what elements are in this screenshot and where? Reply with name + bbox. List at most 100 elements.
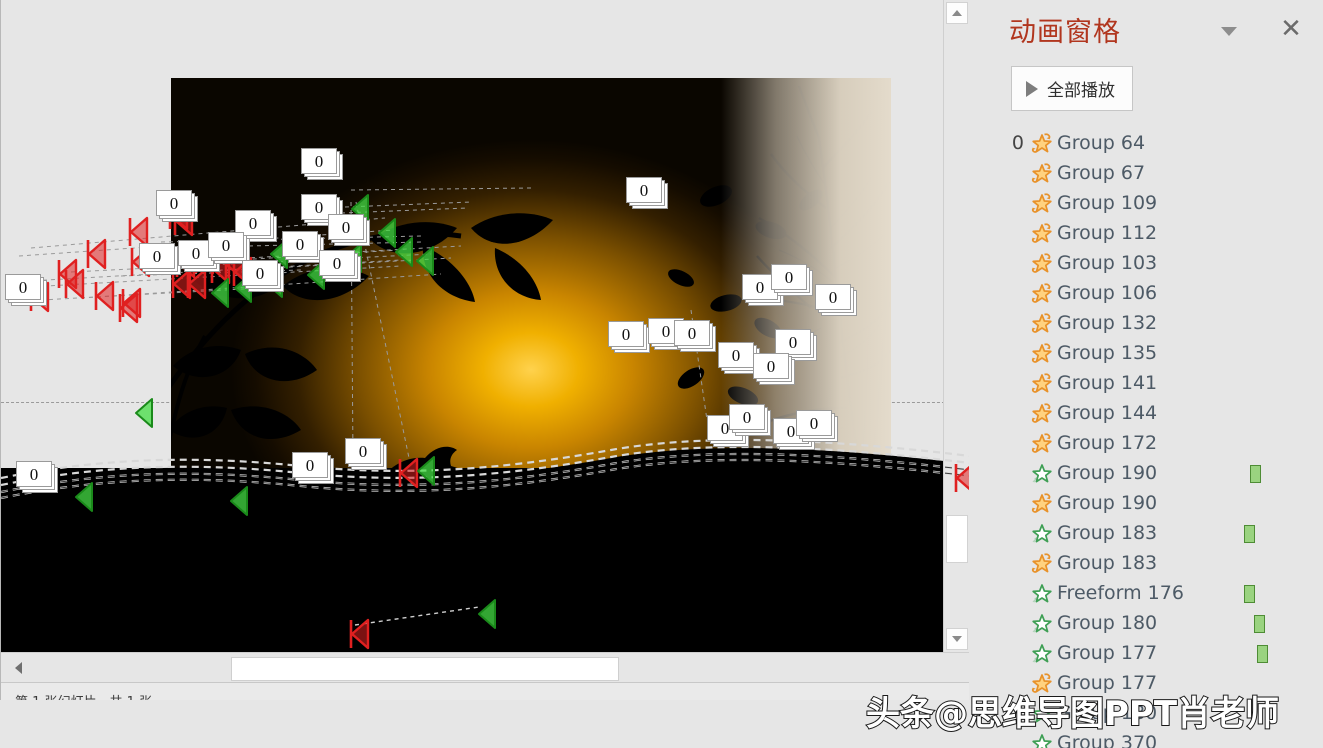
animation-list-item[interactable]: Group 370 [997, 728, 1275, 748]
animation-list-item[interactable]: Freeform 176 [997, 578, 1275, 608]
animation-list-item[interactable]: Group 180 [997, 608, 1275, 638]
animation-order-badge[interactable]: 0 [328, 214, 364, 240]
emphasis-star-icon [1027, 340, 1057, 366]
animation-list-item[interactable]: Group 190 [997, 458, 1275, 488]
animation-timeline-bar[interactable] [1250, 465, 1261, 483]
play-all-button[interactable]: 全部播放 [1011, 66, 1133, 111]
animation-order-badge[interactable]: 0 [208, 232, 244, 258]
animation-list-item[interactable]: Group 67 [997, 158, 1275, 188]
entrance-star-icon [1027, 520, 1057, 546]
animation-list-item[interactable]: Group 177 [997, 668, 1275, 698]
animation-list-item[interactable]: Group 180 [997, 698, 1275, 728]
animation-timeline-bar[interactable] [1244, 525, 1255, 543]
animation-order-badge[interactable]: 0 [771, 264, 807, 290]
animation-item-label: Group 177 [1057, 642, 1158, 664]
exit-animation-marker[interactable] [63, 268, 87, 300]
scroll-down-button[interactable] [946, 628, 968, 650]
animation-list-item[interactable]: Group 190 [997, 488, 1275, 518]
animation-order-badge[interactable]: 0 [674, 320, 710, 346]
animation-list-item[interactable]: Group 106 [997, 278, 1275, 308]
animation-item-label: Group 370 [1057, 732, 1158, 748]
animation-order-badge[interactable]: 0 [139, 243, 175, 269]
close-icon: ✕ [1280, 14, 1302, 44]
animation-list-item[interactable]: Group 183 [997, 518, 1275, 548]
exit-animation-marker[interactable] [93, 280, 117, 312]
animation-item-label: Group 141 [1057, 372, 1158, 394]
motion-path-ribbons [1, 438, 969, 500]
animation-order-badge[interactable]: 0 [292, 452, 328, 478]
animation-timeline-bar[interactable] [1244, 585, 1255, 603]
entrance-star-icon [1027, 610, 1057, 636]
pane-options-dropdown[interactable] [1212, 16, 1246, 46]
entrance-animation-marker[interactable] [72, 481, 96, 513]
exit-animation-marker[interactable] [348, 618, 372, 650]
animation-pane-title: 动画窗格 [1009, 17, 1121, 48]
animation-pane: 动画窗格 ✕ 全部播放 0 Group 64 Group 67 Group 109 Gr… [997, 0, 1323, 748]
exit-animation-marker[interactable] [953, 462, 969, 494]
animation-order-badge[interactable]: 0 [282, 231, 318, 257]
animation-item-label: Group 177 [1057, 672, 1158, 694]
emphasis-star-icon [1027, 310, 1057, 336]
entrance-animation-marker[interactable] [208, 277, 232, 309]
animation-order-badge[interactable]: 0 [16, 461, 52, 487]
animation-list-item[interactable]: Group 141 [997, 368, 1275, 398]
animation-order-badge[interactable]: 0 [718, 342, 754, 368]
scroll-up-icon [952, 10, 962, 16]
animation-list-item[interactable]: Group 132 [997, 308, 1275, 338]
animation-item-label: Group 190 [1057, 462, 1158, 484]
animation-order-badge[interactable]: 0 [753, 353, 789, 379]
animation-list-item[interactable]: Group 112 [997, 218, 1275, 248]
scrollbar-thumb[interactable] [946, 515, 968, 563]
entrance-star-icon [1027, 640, 1057, 666]
animation-order-badge[interactable]: 0 [5, 274, 41, 300]
slide-horizontal-scrollbar[interactable] [1, 652, 969, 682]
animation-list[interactable]: 0 Group 64 Group 67 Group 109 Group 112 Group… [997, 128, 1275, 748]
animation-order-badge[interactable]: 0 [775, 329, 811, 355]
animation-timeline-bar[interactable] [1254, 615, 1265, 633]
exit-animation-marker[interactable] [85, 238, 109, 270]
entrance-animation-marker[interactable] [414, 455, 438, 487]
animation-list-item[interactable]: Group 177 [997, 638, 1275, 668]
play-triangle-icon [1026, 80, 1038, 97]
animation-order-number: 0 [1011, 132, 1024, 154]
hscrollbar-thumb[interactable] [231, 657, 619, 681]
animation-list-item[interactable]: Group 183 [997, 548, 1275, 578]
animation-item-label: Group 172 [1057, 432, 1158, 454]
animation-timeline-bar[interactable] [1257, 645, 1268, 663]
entrance-star-icon [1027, 730, 1057, 748]
slide-editing-pane[interactable]: 00000000000000000000000000000 [0, 0, 969, 700]
play-all-label: 全部播放 [1047, 81, 1115, 101]
animation-order-badge[interactable]: 0 [626, 177, 662, 203]
scroll-left-button[interactable] [7, 657, 29, 679]
emphasis-star-icon [1027, 490, 1057, 516]
entrance-animation-marker[interactable] [227, 485, 251, 517]
entrance-animation-marker[interactable] [475, 598, 499, 630]
animation-list-item[interactable]: Group 135 [997, 338, 1275, 368]
exit-animation-marker[interactable] [117, 292, 141, 324]
animation-list-item[interactable]: Group 103 [997, 248, 1275, 278]
animation-order-badge[interactable]: 0 [796, 410, 832, 436]
scroll-up-button[interactable] [946, 2, 968, 24]
animation-order-badge[interactable]: 0 [345, 438, 381, 464]
animation-order-badge[interactable]: 0 [301, 148, 337, 174]
animation-order-badge[interactable]: 0 [608, 321, 644, 347]
animation-order-badge[interactable]: 0 [815, 284, 851, 310]
animation-list-item[interactable]: 0 Group 64 [997, 128, 1275, 158]
animation-item-label: Group 64 [1057, 132, 1146, 154]
animation-list-item[interactable]: Group 172 [997, 428, 1275, 458]
animation-order-badge[interactable]: 0 [156, 190, 192, 216]
entrance-animation-marker[interactable] [132, 397, 156, 429]
animation-list-item[interactable]: Group 109 [997, 188, 1275, 218]
entrance-animation-marker[interactable] [413, 245, 437, 277]
animation-item-label: Freeform 176 [1057, 582, 1184, 604]
emphasis-star-icon [1027, 190, 1057, 216]
animation-order-badge[interactable]: 0 [242, 260, 278, 286]
animation-order-badge[interactable]: 0 [729, 404, 765, 430]
animation-list-item[interactable]: Group 144 [997, 398, 1275, 428]
animation-item-label: Group 109 [1057, 192, 1158, 214]
close-pane-button[interactable]: ✕ [1273, 12, 1309, 46]
animation-order-badge[interactable]: 0 [319, 250, 355, 276]
emphasis-star-icon [1027, 280, 1057, 306]
entrance-star-icon [1027, 700, 1057, 726]
exit-animation-marker[interactable] [185, 268, 209, 300]
